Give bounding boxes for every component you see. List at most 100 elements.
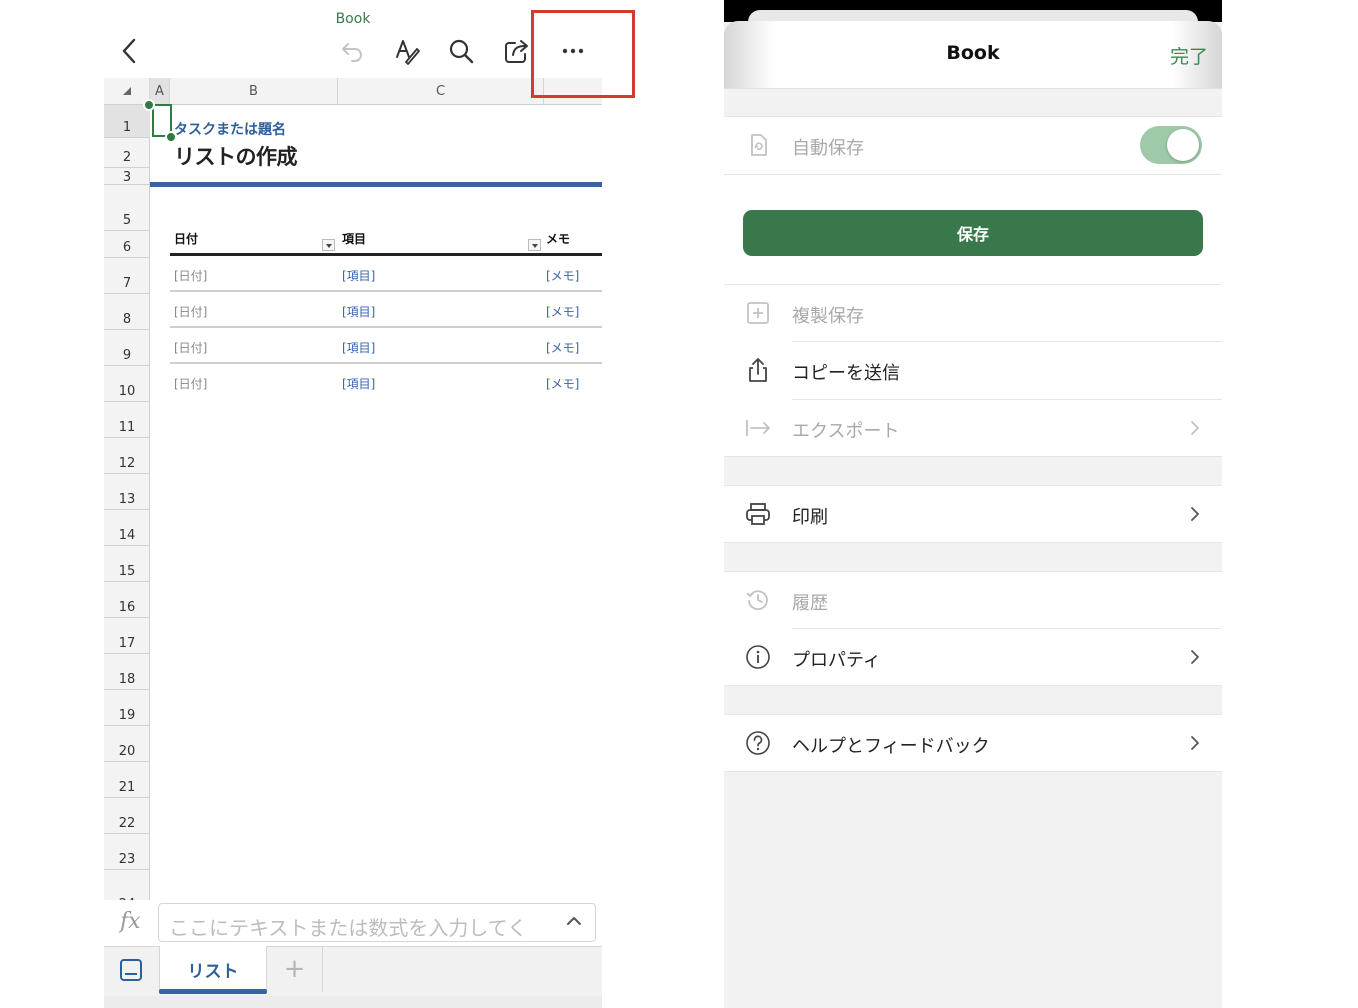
bottom-strip bbox=[104, 996, 602, 1008]
cell-item[interactable]: [項目] bbox=[342, 267, 375, 284]
corner-triangle-icon bbox=[122, 87, 131, 95]
menu-item-export[interactable]: エクスポート bbox=[724, 400, 1222, 457]
menu-item-print[interactable]: 印刷 bbox=[724, 486, 1222, 543]
row-header-5[interactable]: 5 bbox=[104, 185, 150, 231]
row-header-8[interactable]: 8 bbox=[104, 294, 150, 330]
search-icon bbox=[449, 39, 474, 64]
duplicate-icon bbox=[744, 299, 772, 327]
undo-icon bbox=[342, 43, 362, 62]
row-header-16[interactable]: 16 bbox=[104, 582, 150, 618]
menu-label: 複製保存 bbox=[792, 306, 864, 327]
autosave-label: 自動保存 bbox=[792, 138, 864, 159]
row-header-23[interactable]: 23 bbox=[104, 834, 150, 870]
cell-date[interactable]: [日付] bbox=[174, 267, 207, 284]
row-header-19[interactable]: 19 bbox=[104, 690, 150, 726]
save-button[interactable]: 保存 bbox=[743, 210, 1203, 256]
autosave-icon bbox=[744, 131, 772, 159]
cell-memo[interactable]: [メモ] bbox=[546, 303, 579, 320]
column-header-b[interactable]: B bbox=[170, 78, 338, 105]
menu-item-properties[interactable]: プロパティ bbox=[724, 629, 1222, 686]
row-header-9[interactable]: 9 bbox=[104, 330, 150, 366]
cell-date[interactable]: [日付] bbox=[174, 339, 207, 356]
printer-icon bbox=[744, 500, 772, 528]
row-header-22[interactable]: 22 bbox=[104, 798, 150, 834]
menu-label: エクスポート bbox=[792, 421, 900, 442]
sheet-subtitle: タスクまたは題名 bbox=[174, 122, 286, 138]
chevron-left-icon bbox=[122, 38, 136, 64]
menu-label: 印刷 bbox=[792, 507, 828, 528]
cell-date[interactable]: [日付] bbox=[174, 375, 207, 392]
column-header-c[interactable]: C bbox=[338, 78, 544, 105]
sheet-title: リストの作成 bbox=[174, 145, 298, 169]
formula-input[interactable]: ここにテキストまたは数式を入力してく bbox=[158, 903, 596, 942]
history-icon bbox=[744, 586, 772, 614]
autosave-toggle[interactable] bbox=[1140, 126, 1202, 164]
header-memo[interactable]: メモ bbox=[546, 230, 570, 247]
help-icon bbox=[744, 729, 772, 757]
row-divider bbox=[170, 290, 602, 292]
row-header-17[interactable]: 17 bbox=[104, 618, 150, 654]
draw-format-button[interactable] bbox=[390, 34, 424, 68]
highlight-annotation bbox=[531, 10, 635, 98]
sheet-list-button[interactable] bbox=[118, 957, 144, 987]
document-title: Book bbox=[335, 11, 371, 27]
undo-button[interactable] bbox=[336, 34, 370, 68]
share-icon bbox=[505, 40, 528, 63]
menu-item-history[interactable]: 履歴 bbox=[724, 572, 1222, 629]
menu-item-help[interactable]: ヘルプとフィードバック bbox=[724, 715, 1222, 772]
chevron-right-icon bbox=[1190, 419, 1200, 441]
active-tab-indicator bbox=[159, 989, 267, 994]
row-header-10[interactable]: 10 bbox=[104, 366, 150, 402]
sheet-list-icon bbox=[120, 959, 142, 981]
search-button[interactable] bbox=[444, 34, 478, 68]
row-divider bbox=[170, 326, 602, 328]
spreadsheet-screen: Book A B C 1 2 3 5 6 7 8 9 10 11 12 13 1… bbox=[104, 0, 602, 1008]
row-divider bbox=[170, 362, 602, 364]
title-divider bbox=[150, 182, 602, 187]
file-menu-screen: Book 完了 自動保存 保存 複製保存 コピーを送信 エクスポート 印刷 履歴… bbox=[724, 0, 1222, 1008]
chevron-right-icon bbox=[1190, 505, 1200, 527]
menu-label: ヘルプとフィードバック bbox=[792, 736, 990, 757]
filter-dropdown-date[interactable] bbox=[322, 239, 335, 251]
row-header-18[interactable]: 18 bbox=[104, 654, 150, 690]
cell-memo[interactable]: [メモ] bbox=[546, 339, 579, 356]
row-header-12[interactable]: 12 bbox=[104, 438, 150, 474]
cell-item[interactable]: [項目] bbox=[342, 375, 375, 392]
cell-item[interactable]: [項目] bbox=[342, 303, 375, 320]
cell-item[interactable]: [項目] bbox=[342, 339, 375, 356]
row-header-3[interactable]: 3 bbox=[104, 168, 150, 185]
add-sheet-button[interactable]: + bbox=[267, 946, 323, 992]
menu-item-save-copy[interactable]: 複製保存 bbox=[724, 285, 1222, 342]
expand-formula-button[interactable] bbox=[566, 912, 582, 931]
row-header-21[interactable]: 21 bbox=[104, 762, 150, 798]
menu-title: Book bbox=[946, 42, 1000, 64]
chevron-right-icon bbox=[1190, 648, 1200, 670]
menu-label: 履歴 bbox=[792, 593, 828, 614]
row-header-7[interactable]: 7 bbox=[104, 258, 150, 294]
menu-label: プロパティ bbox=[792, 650, 881, 671]
header-date[interactable]: 日付 bbox=[174, 230, 198, 247]
cell-memo[interactable]: [メモ] bbox=[546, 267, 579, 284]
cell-date[interactable]: [日付] bbox=[174, 303, 207, 320]
pen-format-icon bbox=[396, 40, 420, 65]
row-header-6[interactable]: 6 bbox=[104, 231, 150, 258]
info-icon bbox=[744, 643, 772, 671]
done-button[interactable]: 完了 bbox=[1170, 42, 1208, 69]
back-button[interactable] bbox=[112, 34, 146, 68]
header-underline bbox=[170, 253, 602, 256]
sheet-tab-list[interactable]: リスト bbox=[159, 946, 267, 992]
menu-item-send-copy[interactable]: コピーを送信 bbox=[724, 342, 1222, 399]
share-button[interactable] bbox=[500, 34, 534, 68]
upload-share-icon bbox=[744, 356, 772, 384]
menu-label: コピーを送信 bbox=[792, 363, 900, 384]
row-header-20[interactable]: 20 bbox=[104, 726, 150, 762]
row-header-14[interactable]: 14 bbox=[104, 510, 150, 546]
row-header-13[interactable]: 13 bbox=[104, 474, 150, 510]
function-icon[interactable]: fx bbox=[120, 909, 141, 934]
header-item[interactable]: 項目 bbox=[342, 230, 366, 247]
row-header-15[interactable]: 15 bbox=[104, 546, 150, 582]
filter-dropdown-item[interactable] bbox=[528, 239, 541, 251]
row-header-11[interactable]: 11 bbox=[104, 402, 150, 438]
cell-memo[interactable]: [メモ] bbox=[546, 375, 579, 392]
selection-handle-top[interactable] bbox=[143, 99, 155, 111]
